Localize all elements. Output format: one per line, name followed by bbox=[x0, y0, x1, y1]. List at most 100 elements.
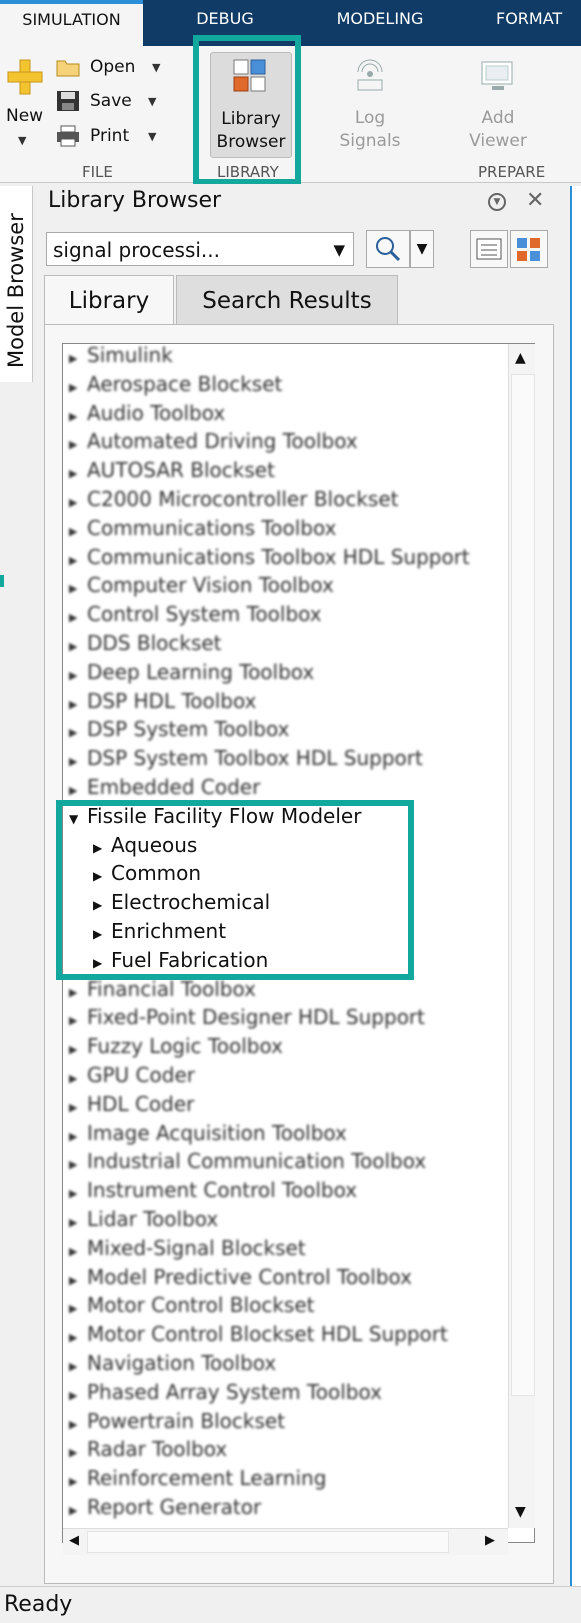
tree-item[interactable]: ▶ Communications Toolbox bbox=[69, 514, 336, 542]
tab-simulation[interactable]: SIMULATION bbox=[0, 0, 143, 50]
tree-item[interactable]: ▶ Image Acquisition Toolbox bbox=[69, 1119, 347, 1147]
tree-item[interactable]: ▶ Fixed-Point Designer HDL Support bbox=[69, 1003, 425, 1031]
tree-item[interactable]: ▶ C2000 Microcontroller Blockset bbox=[69, 485, 398, 513]
panel-menu-icon[interactable]: ▼ bbox=[488, 193, 506, 211]
collapse-arrow-icon[interactable]: ▶ bbox=[69, 719, 87, 747]
collapse-arrow-icon[interactable]: ▶ bbox=[69, 1065, 87, 1093]
tree-item[interactable]: ▶ Report Generator bbox=[69, 1493, 261, 1521]
add-viewer-button[interactable]: Add Viewer bbox=[458, 56, 538, 156]
print-button[interactable]: Print ▼ bbox=[56, 121, 166, 151]
tree-item[interactable]: ▶ Lidar Toolbox bbox=[69, 1205, 218, 1233]
tree-item[interactable]: ▶ Powertrain Blockset bbox=[69, 1407, 285, 1435]
collapse-arrow-icon[interactable]: ▶ bbox=[69, 1151, 87, 1179]
tree-item[interactable]: ▶ Automated Driving Toolbox bbox=[69, 427, 358, 455]
collapse-arrow-icon[interactable]: ▶ bbox=[69, 374, 87, 402]
collapse-arrow-icon[interactable]: ▶ bbox=[69, 1238, 87, 1266]
tree-item[interactable]: ▶ Fuzzy Logic Toolbox bbox=[69, 1032, 283, 1060]
collapse-arrow-icon[interactable]: ▶ bbox=[69, 748, 87, 776]
collapse-arrow-icon[interactable]: ▶ bbox=[69, 662, 87, 690]
search-button[interactable] bbox=[366, 230, 410, 268]
tree-item[interactable]: ▶ Motor Control Blockset HDL Support bbox=[69, 1320, 448, 1348]
collapse-arrow-icon[interactable]: ▶ bbox=[69, 460, 87, 488]
new-button[interactable]: New ▼ bbox=[4, 58, 44, 158]
tree-item[interactable]: ▶ Embedded Coder bbox=[69, 773, 260, 801]
save-icon bbox=[57, 91, 79, 111]
tree-item[interactable]: ▶ Industrial Communication Toolbox bbox=[69, 1147, 426, 1175]
tree-item[interactable]: ▶ DSP HDL Toolbox bbox=[69, 687, 256, 715]
tree-item-label: AUTOSAR Blockset bbox=[87, 458, 275, 482]
tree-item[interactable]: ▶ Control System Toolbox bbox=[69, 600, 322, 628]
tree-item-label: Instrument Control Toolbox bbox=[87, 1178, 358, 1202]
list-view-button[interactable] bbox=[470, 230, 508, 268]
chevron-down-icon[interactable]: ▼ bbox=[333, 233, 345, 267]
collapse-arrow-icon[interactable]: ▶ bbox=[69, 1382, 87, 1410]
log-signals-button[interactable]: Log Signals bbox=[330, 56, 410, 156]
grid-view-button[interactable] bbox=[510, 230, 548, 268]
tree-item[interactable]: ▶ DSP System Toolbox HDL Support bbox=[69, 744, 423, 772]
collapse-arrow-icon[interactable]: ▶ bbox=[69, 489, 87, 517]
collapse-arrow-icon[interactable]: ▶ bbox=[69, 345, 87, 373]
tree-item[interactable]: ▶ Simulink bbox=[69, 344, 173, 369]
tree-item[interactable]: ▶ Aerospace Blockset bbox=[69, 370, 282, 398]
tab-search-results[interactable]: Search Results bbox=[176, 275, 398, 325]
collapse-arrow-icon[interactable]: ▶ bbox=[69, 575, 87, 603]
tree-item[interactable]: ▶ Computer Vision Toolbox bbox=[69, 571, 334, 599]
collapse-arrow-icon[interactable]: ▶ bbox=[69, 1295, 87, 1323]
scroll-thumb-h[interactable] bbox=[87, 1531, 449, 1553]
collapse-arrow-icon[interactable]: ▶ bbox=[69, 1468, 87, 1496]
collapse-arrow-icon[interactable]: ▶ bbox=[69, 518, 87, 546]
tree-item[interactable]: ▶ DSP System Toolbox bbox=[69, 715, 289, 743]
tab-format[interactable]: FORMAT bbox=[496, 0, 581, 46]
tree-item[interactable]: ▶ Audio Toolbox bbox=[69, 399, 225, 427]
tree-item[interactable]: ▶ Model Predictive Control Toolbox bbox=[69, 1263, 412, 1291]
collapse-arrow-icon[interactable]: ▶ bbox=[69, 1324, 87, 1352]
tree-item[interactable]: ▶ Communications Toolbox HDL Support bbox=[69, 543, 470, 571]
scroll-thumb[interactable] bbox=[511, 374, 535, 1396]
tree-item-label: Fuzzy Logic Toolbox bbox=[87, 1034, 283, 1058]
status-bar: Ready bbox=[0, 1586, 581, 1622]
tree-item-label: Model Predictive Control Toolbox bbox=[87, 1265, 412, 1289]
search-input[interactable]: signal processi... ▼ bbox=[46, 232, 354, 266]
scroll-left-arrow[interactable]: ◀ bbox=[69, 1533, 79, 1548]
tree-item[interactable]: ▶ Radar Toolbox bbox=[69, 1435, 227, 1463]
collapse-arrow-icon[interactable]: ▶ bbox=[69, 1036, 87, 1064]
tree-item-label: DSP System Toolbox bbox=[87, 717, 290, 741]
tree-item-label: Reinforcement Learning bbox=[87, 1466, 327, 1490]
close-icon[interactable]: ✕ bbox=[526, 188, 544, 213]
collapse-arrow-icon[interactable]: ▶ bbox=[69, 1180, 87, 1208]
tree-item[interactable]: ▶ Navigation Toolbox bbox=[69, 1349, 276, 1377]
collapse-arrow-icon[interactable]: ▶ bbox=[69, 1439, 87, 1467]
horizontal-scrollbar[interactable]: ◀ ▶ bbox=[63, 1528, 508, 1555]
tree-item[interactable]: ▶ HDL Coder bbox=[69, 1090, 194, 1118]
tree-item[interactable]: ▶ Deep Learning Toolbox bbox=[69, 658, 314, 686]
collapse-arrow-icon[interactable]: ▶ bbox=[69, 1497, 87, 1525]
tree-item[interactable]: ▶ Phased Array System Toolbox bbox=[69, 1378, 382, 1406]
tree-item[interactable]: ▶ AUTOSAR Blockset bbox=[69, 456, 275, 484]
tree-item-label: Industrial Communication Toolbox bbox=[87, 1149, 427, 1173]
printer-icon bbox=[57, 125, 79, 147]
tree-item[interactable]: ▶ DDS Blockset bbox=[69, 629, 222, 657]
scroll-right-arrow[interactable]: ▶ bbox=[485, 1533, 495, 1548]
collapse-arrow-icon[interactable]: ▶ bbox=[69, 1007, 87, 1035]
tab-library[interactable]: Library bbox=[44, 275, 174, 325]
tree-item[interactable]: ▶ Instrument Control Toolbox bbox=[69, 1176, 357, 1204]
tree-item[interactable]: ▶ Reinforcement Learning bbox=[69, 1464, 326, 1492]
tree-item[interactable]: ▶ Motor Control Blockset bbox=[69, 1291, 314, 1319]
collapse-arrow-icon[interactable]: ▶ bbox=[69, 431, 87, 459]
vertical-scrollbar[interactable]: ▲ ▼ bbox=[508, 344, 535, 1528]
model-browser-tab[interactable]: Model Browser bbox=[0, 186, 33, 382]
tab-modeling[interactable]: MODELING bbox=[325, 0, 435, 46]
collapse-arrow-icon[interactable]: ▶ bbox=[69, 633, 87, 661]
open-button[interactable]: Open ▼ bbox=[56, 52, 166, 82]
collapse-arrow-icon[interactable]: ▶ bbox=[69, 604, 87, 632]
collapse-arrow-icon[interactable]: ▶ bbox=[69, 1094, 87, 1122]
save-button[interactable]: Save ▼ bbox=[56, 86, 166, 116]
collapse-arrow-icon[interactable]: ▶ bbox=[69, 1209, 87, 1237]
search-options-dropdown[interactable]: ▼ bbox=[410, 230, 434, 268]
scroll-up-arrow[interactable]: ▲ bbox=[515, 350, 526, 366]
tree-item[interactable]: ▶ GPU Coder bbox=[69, 1061, 195, 1089]
add-viewer-label-2: Viewer bbox=[469, 131, 527, 151]
scroll-down-arrow[interactable]: ▼ bbox=[515, 1504, 526, 1520]
collapse-arrow-icon[interactable]: ▶ bbox=[69, 1353, 87, 1381]
tree-item[interactable]: ▶ Mixed-Signal Blockset bbox=[69, 1234, 306, 1262]
